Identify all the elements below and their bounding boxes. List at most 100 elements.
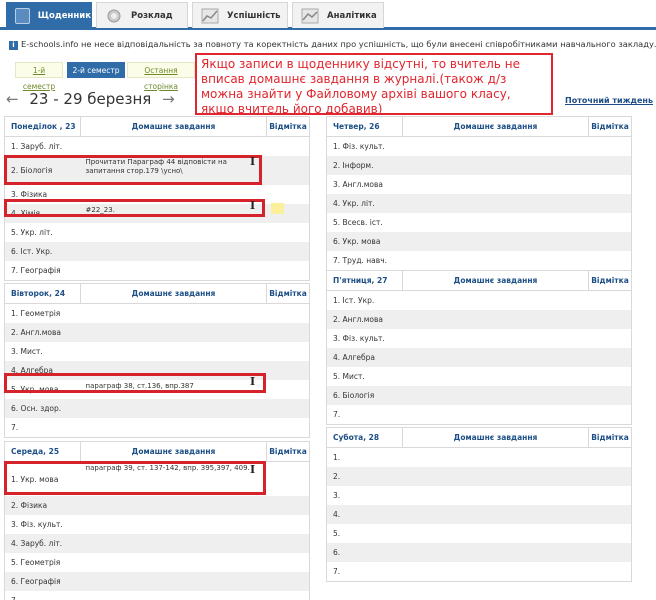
subject: 4. (333, 510, 341, 519)
semester-2-button[interactable]: 2-й семестр (67, 62, 125, 78)
table-row: 7. (327, 405, 631, 424)
mark-cell (589, 194, 631, 213)
homework (403, 175, 590, 194)
next-week-arrow-icon[interactable]: → (162, 90, 175, 108)
subject: 2. Англ.мова (11, 328, 61, 337)
subject: 3. Фіз. культ. (11, 520, 63, 529)
subject: 6. Географія (11, 577, 61, 586)
table-row: 3. Мист. (5, 342, 309, 361)
table-row: 4. Заруб. літ. (5, 534, 309, 553)
mark-cell (589, 524, 631, 543)
day-title: П'ятниця, 27 (327, 271, 403, 290)
mark-header: Відмітка (269, 447, 307, 456)
subject: 2. Англ.мова (333, 315, 383, 324)
table-row: 5. Укр. мова параграф 38, ст.136, впр.387 (5, 380, 309, 399)
homework (81, 137, 268, 156)
table-row: 3. Англ.мова (327, 175, 631, 194)
table-row: 3. Фіз. культ. (5, 515, 309, 534)
progress-chart-icon (201, 8, 219, 24)
homework: параграф 39, ст. 137-142, впр. 395,397, … (85, 464, 250, 472)
homework-header: Домашнє завдання (403, 271, 589, 290)
homework (81, 304, 268, 323)
mark-cell (589, 175, 631, 194)
mark-cell (267, 418, 309, 437)
table-row: 2. Англ.мова (327, 310, 631, 329)
homework (403, 386, 590, 405)
table-row: 2. Фізика (5, 496, 309, 515)
subject: 1. Заруб. літ. (11, 142, 63, 151)
table-row: 7. (5, 418, 309, 437)
mark-header: Відмітка (269, 122, 307, 131)
mark-cell (589, 386, 631, 405)
subject: 1. Іст. Укр. (333, 296, 375, 305)
tab-diary[interactable]: Щоденник (6, 2, 92, 28)
table-row: 7. Труд. навч. (327, 251, 631, 270)
homework (403, 486, 590, 505)
mark-cell (589, 486, 631, 505)
homework: Прочитати Параграф 44 відповісти на запи… (85, 158, 227, 175)
table-row: 3. (327, 486, 631, 505)
subject: 3. (333, 491, 341, 500)
mark-cell (589, 156, 631, 175)
analytics-icon (301, 8, 319, 24)
day-table-tuesday: Вівторок, 24 Домашнє завдання Відмітка 1… (4, 283, 310, 438)
mark-cell (267, 515, 309, 534)
subject: 4. Алгебра (333, 353, 376, 362)
tab-analytics[interactable]: Аналітика (292, 2, 384, 28)
tab-progress[interactable]: Успішність (192, 2, 288, 28)
day-table-wednesday: Середа, 25 Домашнє завдання Відмітка 1. … (4, 441, 310, 600)
semester-1-link[interactable]: 1-й семестр (15, 62, 63, 91)
table-row: 5. Укр. літ. (5, 223, 309, 242)
table-row: 7. (5, 591, 309, 600)
homework (403, 448, 590, 467)
table-row: 1. (327, 448, 631, 467)
subject: 2. Біологія (11, 166, 53, 175)
subject: 5. Геометрія (11, 558, 61, 567)
homework (81, 591, 268, 600)
tab-schedule[interactable]: Розклад (96, 2, 188, 28)
day-title: Середа, 25 (5, 442, 81, 461)
subject: 4. Хімія (11, 209, 41, 218)
table-row: 1. Геометрія (5, 304, 309, 323)
prev-week-arrow-icon[interactable]: ← (6, 90, 19, 108)
subject: 7. Труд. навч. (333, 256, 388, 265)
mark-cell (589, 348, 631, 367)
homework-header: Домашнє завдання (81, 442, 267, 461)
subject: 1. Геометрія (11, 309, 61, 318)
subject: 1. (333, 453, 341, 462)
subject: 3. Фізика (11, 190, 48, 199)
table-row: 4. Укр. літ. (327, 194, 631, 213)
homework (403, 137, 590, 156)
last-page-link[interactable]: Остання сторінка (127, 62, 195, 91)
homework (81, 261, 268, 280)
day-title: Понеділок , 23 (5, 117, 81, 136)
homework (403, 251, 590, 270)
table-row: 5. Всесв. іст. (327, 213, 631, 232)
table-row: 7. (327, 562, 631, 581)
table-row: 6. Осн. здор. (5, 399, 309, 418)
subject: 5. Укр. літ. (11, 228, 53, 237)
homework (81, 361, 268, 380)
subject: 5. Мист. (333, 372, 365, 381)
tab-schedule-label: Розклад (131, 10, 173, 21)
table-row: 2. Біологія Прочитати Параграф 44 відпові… (5, 156, 309, 185)
table-row: 3. Фізика (5, 185, 309, 204)
homework (81, 418, 268, 437)
mark-cell (267, 496, 309, 515)
mark-cell (267, 323, 309, 342)
homework (81, 496, 268, 515)
mark-cell (267, 591, 309, 600)
homework (403, 505, 590, 524)
current-week-link[interactable]: Поточний тиждень (565, 96, 653, 105)
text-cursor-icon: I (250, 375, 256, 388)
homework (403, 232, 590, 251)
mark-cell (267, 156, 309, 185)
mark-cell (589, 505, 631, 524)
homework-header: Домашнє завдання (81, 117, 267, 136)
subject: 7. (333, 410, 341, 419)
table-row: 7. Географія (5, 261, 309, 280)
text-cursor-icon: I (250, 463, 256, 476)
mark-cell (267, 361, 309, 380)
mark-cell (267, 223, 309, 242)
day-title: Вівторок, 24 (5, 284, 81, 303)
